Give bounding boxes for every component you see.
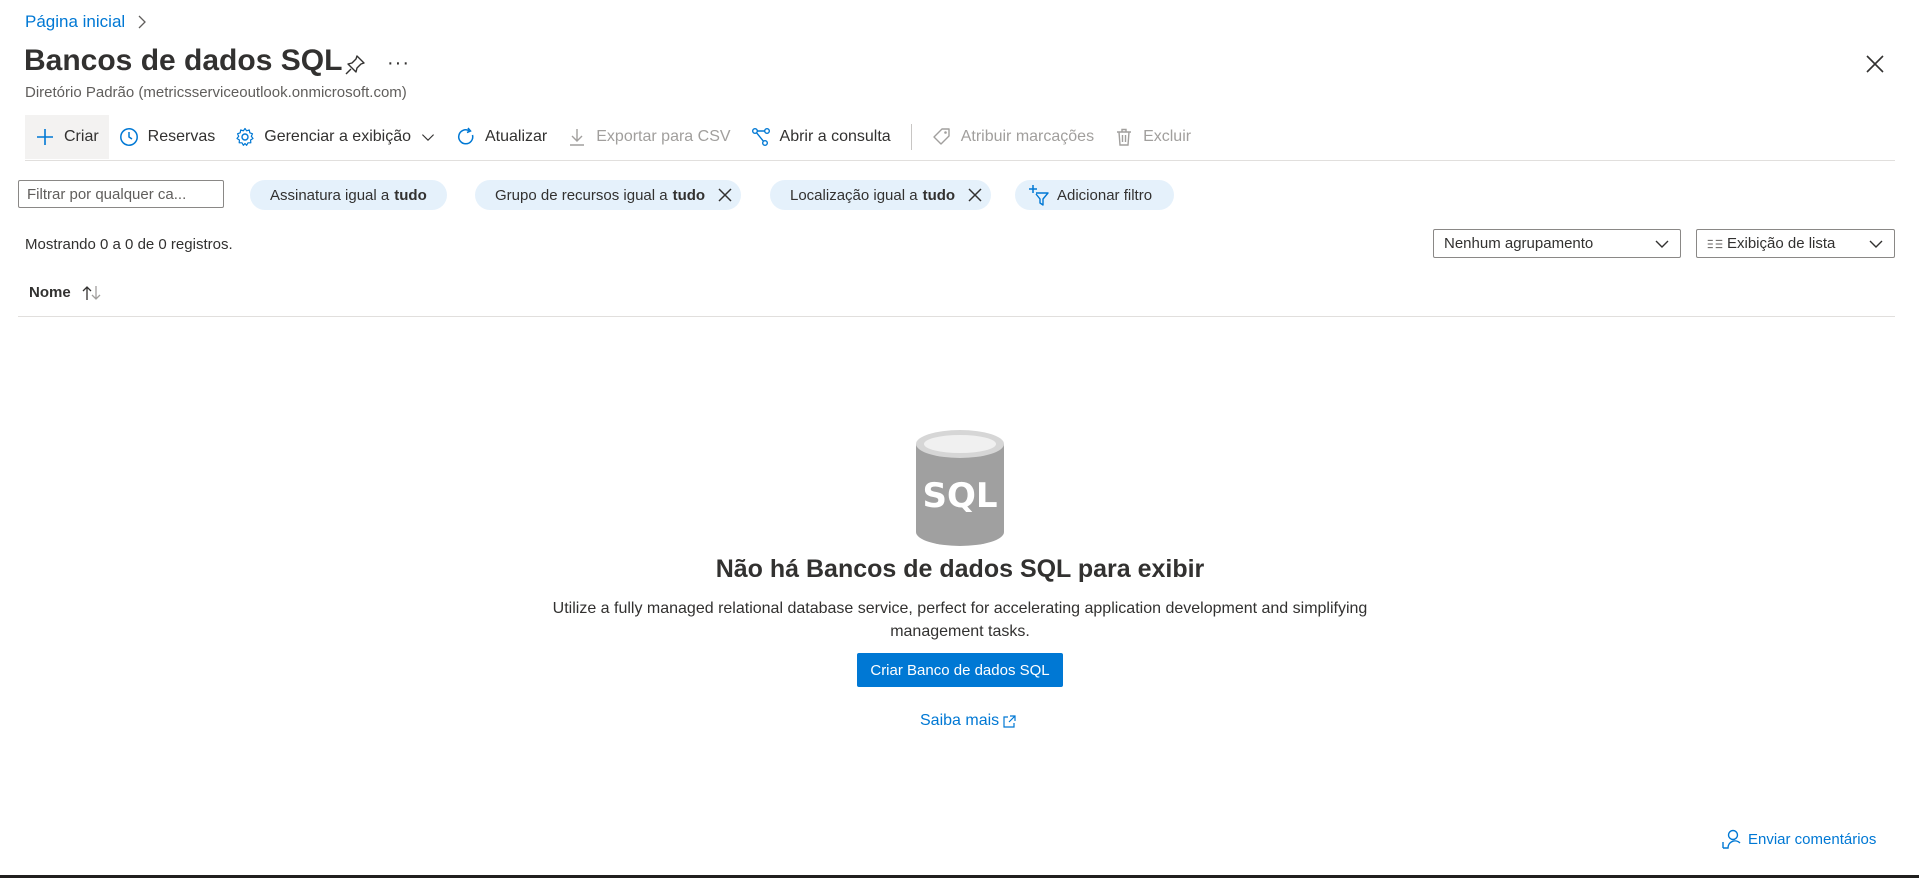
- filter-pill-location[interactable]: Localização igual a tudo: [770, 180, 992, 210]
- table-header-divider: [18, 316, 1895, 317]
- empty-state-title: Não há Bancos de dados SQL para exibir: [715, 555, 1205, 583]
- send-feedback-label: Enviar comentários: [1748, 830, 1877, 848]
- filter-pill-subscription[interactable]: Assinatura igual a tudo: [250, 180, 447, 210]
- add-filter-button[interactable]: Adicionar filtro: [1015, 180, 1175, 210]
- pin-icon[interactable]: [344, 54, 366, 76]
- delete-button[interactable]: Excluir: [1104, 115, 1201, 159]
- learn-more-link[interactable]: Saiba mais: [920, 712, 1016, 730]
- learn-more-label: Saiba mais: [920, 712, 1000, 729]
- assign-tags-button[interactable]: Atribuir marcações: [922, 115, 1104, 159]
- records-summary: Mostrando 0 a 0 de 0 registros.: [25, 236, 233, 253]
- filter-search-input[interactable]: Filtrar por qualquer ca...: [18, 180, 224, 208]
- export-csv-button[interactable]: Exportar para CSV: [557, 115, 740, 159]
- column-header-label: Nome: [29, 284, 71, 301]
- filter-pill-label: Grupo de recursos igual a: [495, 186, 668, 204]
- create-button-label: Criar: [64, 128, 99, 145]
- filter-pill-value: tudo: [394, 186, 427, 204]
- add-filter-label: Adicionar filtro: [1057, 186, 1153, 204]
- open-query-button[interactable]: Abrir a consulta: [741, 115, 901, 159]
- chevron-down-icon: [1655, 240, 1669, 248]
- view-dropdown-content: Exibição de lista: [1707, 235, 1835, 252]
- refresh-icon: [458, 127, 474, 145]
- toolbar-divider: [910, 124, 912, 150]
- open-query-button-label: Abrir a consulta: [779, 128, 891, 145]
- page-subtitle: Diretório Padrão (metricsserviceoutlook.…: [25, 84, 407, 101]
- trash-icon: [1117, 128, 1132, 146]
- create-sql-database-button[interactable]: Criar Banco de dados SQL: [857, 653, 1063, 687]
- list-view-icon: [1707, 239, 1723, 248]
- close-icon[interactable]: [1864, 53, 1886, 75]
- download-icon: [570, 129, 585, 146]
- refresh-button-label: Atualizar: [485, 128, 548, 145]
- query-graph-icon: [751, 128, 770, 146]
- more-options-icon[interactable]: ···: [387, 52, 410, 75]
- command-bar: Criar Reservas Gerenciar a exibição Atua…: [25, 115, 1201, 159]
- page-title: Bancos de dados SQL: [24, 44, 343, 77]
- gear-icon: [236, 127, 254, 146]
- filter-pill-value: tudo: [672, 186, 706, 204]
- external-link-icon: [1003, 714, 1016, 728]
- breadcrumb-home-link[interactable]: Página inicial: [25, 12, 125, 32]
- sql-icon-text: SQL: [922, 476, 997, 516]
- remove-filter-icon[interactable]: [967, 187, 983, 203]
- feedback-icon: [1722, 829, 1741, 849]
- view-dropdown[interactable]: Exibição de lista: [1696, 229, 1895, 258]
- plus-icon: [37, 129, 53, 145]
- send-feedback-link[interactable]: Enviar comentários: [1720, 828, 1876, 850]
- breadcrumb: Página inicial: [25, 12, 149, 32]
- remove-filter-icon[interactable]: [717, 187, 733, 203]
- clock-icon: [119, 128, 138, 146]
- assign-tags-button-label: Atribuir marcações: [960, 128, 1095, 145]
- delete-button-label: Excluir: [1143, 128, 1192, 145]
- create-button[interactable]: Criar: [25, 115, 109, 159]
- grouping-dropdown-value: Nenhum agrupamento: [1444, 235, 1594, 252]
- sql-database-icon: SQL: [916, 430, 1004, 546]
- column-header-name[interactable]: Nome: [29, 284, 103, 301]
- refresh-button[interactable]: Atualizar: [446, 115, 557, 159]
- filter-pill-label: Localização igual a: [790, 186, 918, 204]
- chevron-down-icon: [1869, 240, 1883, 248]
- sort-icon: [82, 285, 101, 300]
- chevron-right-icon: [138, 15, 147, 29]
- manage-view-button[interactable]: Gerenciar a exibição: [225, 115, 446, 159]
- manage-view-button-label: Gerenciar a exibição: [264, 128, 411, 145]
- export-csv-button-label: Exportar para CSV: [596, 128, 731, 145]
- add-filter-icon: [1029, 185, 1049, 206]
- filter-pill-resource-group[interactable]: Grupo de recursos igual a tudo: [475, 180, 742, 210]
- view-dropdown-value: Exibição de lista: [1727, 235, 1836, 252]
- reservations-button[interactable]: Reservas: [109, 115, 226, 159]
- chevron-down-icon: [422, 134, 434, 141]
- filter-pill-value: tudo: [922, 186, 956, 204]
- toolbar-divider-line: [25, 160, 1895, 161]
- empty-state-description: Utilize a fully managed relational datab…: [552, 600, 1368, 640]
- tag-icon: [933, 128, 950, 145]
- grouping-dropdown[interactable]: Nenhum agrupamento: [1433, 229, 1681, 258]
- filter-pill-label: Assinatura igual a: [270, 186, 390, 204]
- reservations-button-label: Reservas: [147, 128, 216, 145]
